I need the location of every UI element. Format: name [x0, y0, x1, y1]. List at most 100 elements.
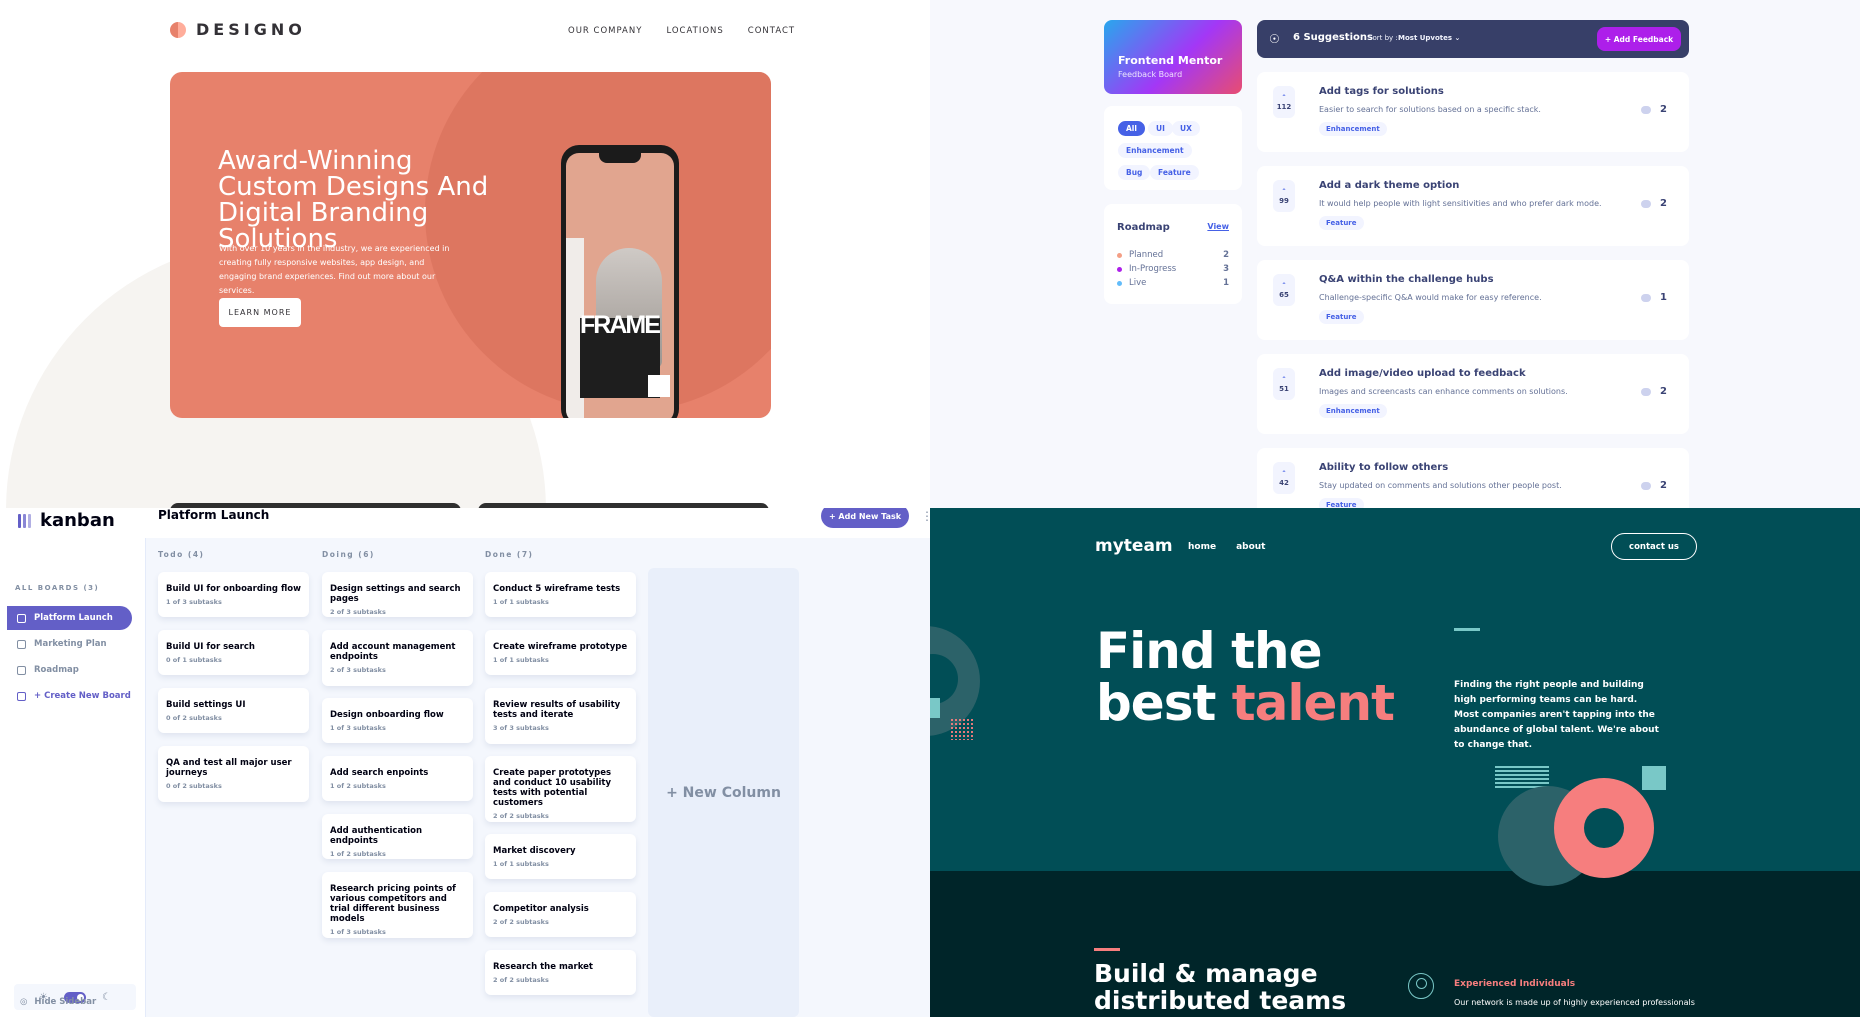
task-card[interactable]: Review results of usability tests and it…: [485, 688, 636, 744]
phone-screen: FRAME: [566, 153, 674, 418]
kanban-panel: kanban Platform Launch + Add New Task ⋮ …: [0, 508, 930, 1017]
task-card[interactable]: Research the market 2 of 2 subtasks: [485, 950, 636, 995]
board-icon: [17, 691, 26, 701]
task-card[interactable]: Build UI for search 0 of 1 subtasks: [158, 630, 309, 675]
upvote-count: 51: [1279, 384, 1289, 393]
sidebar-item-label: Platform Launch: [34, 613, 113, 623]
add-feedback-button[interactable]: + Add Feedback: [1597, 27, 1681, 51]
section-title: Build & manage distributed teams: [1094, 959, 1347, 1015]
task-subtasks: 2 of 2 subtasks: [493, 976, 549, 984]
task-title: Build UI for search: [166, 642, 255, 652]
suggestion-card[interactable]: ˆ 42 Ability to follow others Stay update…: [1257, 448, 1689, 508]
suggestion-card[interactable]: ˆ 99 Add a dark theme option It would hel…: [1257, 166, 1689, 246]
upvote-button[interactable]: ˆ 112: [1273, 86, 1295, 118]
nav-home[interactable]: home: [1188, 542, 1216, 552]
task-card[interactable]: Add account management endpoints 2 of 3 s…: [322, 630, 473, 686]
nav-about[interactable]: about: [1236, 542, 1265, 552]
eye-slash-icon: ◎: [20, 997, 28, 1007]
suggestion-description: Stay updated on comments and solutions o…: [1319, 481, 1562, 490]
headline-text: best: [1096, 674, 1232, 732]
chevron-up-icon: ˆ: [1282, 281, 1286, 291]
roadmap-row-live: Live 1: [1117, 276, 1229, 290]
tag-bug[interactable]: Bug: [1118, 165, 1151, 180]
task-title: Build settings UI: [166, 700, 246, 710]
task-card[interactable]: Create wireframe prototype 1 of 1 subtask…: [485, 630, 636, 675]
tag-filter-card: All UI UX Enhancement Bug Feature: [1104, 106, 1242, 190]
task-card[interactable]: QA and test all major user journeys 0 of …: [158, 746, 309, 802]
task-card[interactable]: Research pricing points of various compe…: [322, 872, 473, 938]
task-card[interactable]: Market discovery 1 of 1 subtasks: [485, 834, 636, 879]
task-title: Create paper prototypes and conduct 10 u…: [493, 768, 612, 808]
board-icon: [17, 639, 26, 649]
more-options-icon[interactable]: ⋮: [921, 510, 930, 522]
task-card[interactable]: Design onboarding flow 1 of 3 subtasks: [322, 698, 473, 743]
task-subtasks: 1 of 3 subtasks: [330, 724, 386, 732]
task-card[interactable]: Build settings UI 0 of 2 subtasks: [158, 688, 309, 733]
nav-our-company[interactable]: OUR COMPANY: [568, 26, 642, 36]
feature-title: Experienced Individuals: [1454, 979, 1576, 989]
task-title: Conduct 5 wireframe tests: [493, 584, 621, 594]
sort-dropdown[interactable]: Most Upvotes ⌄: [1398, 34, 1460, 42]
feedback-panel: Frontend Mentor Feedback Board All UI UX…: [930, 0, 1860, 508]
nav-contact[interactable]: CONTACT: [748, 26, 795, 36]
task-subtasks: 2 of 2 subtasks: [493, 918, 549, 926]
upvote-button[interactable]: ˆ 99: [1273, 180, 1295, 212]
suggestion-card[interactable]: ˆ 65 Q&A within the challenge hubs Challe…: [1257, 260, 1689, 340]
hide-sidebar-button[interactable]: ◎ Hide Sidebar: [20, 997, 96, 1007]
create-board-label: + Create New Board: [34, 691, 131, 701]
comment-icon: [1641, 105, 1652, 114]
suggestions-count: 6 Suggestions: [1293, 32, 1373, 43]
task-card[interactable]: Create paper prototypes and conduct 10 u…: [485, 756, 636, 822]
roadmap-count: 2: [1223, 250, 1229, 260]
suggestion-category: Enhancement: [1319, 122, 1387, 136]
designo-logo[interactable]: DESIGNO: [170, 20, 306, 39]
task-card[interactable]: Add authentication endpoints 1 of 2 subta…: [322, 814, 473, 859]
comment-count: 2: [1641, 104, 1667, 115]
suggestion-card[interactable]: ˆ 112 Add tags for solutions Easier to se…: [1257, 72, 1689, 152]
designo-nav: OUR COMPANY LOCATIONS CONTACT: [568, 26, 795, 36]
sidebar-item-marketing-plan[interactable]: Marketing Plan: [7, 632, 132, 656]
phone-frame-word: FRAME: [580, 311, 661, 339]
contact-us-button[interactable]: contact us: [1611, 533, 1697, 560]
board-title: Platform Launch: [158, 508, 270, 522]
task-card[interactable]: Competitor analysis 2 of 2 subtasks: [485, 892, 636, 937]
nav-locations[interactable]: LOCATIONS: [666, 26, 723, 36]
tag-ux[interactable]: UX: [1172, 121, 1200, 136]
sidebar-item-platform-launch[interactable]: Platform Launch: [7, 606, 132, 630]
comment-number: 2: [1660, 480, 1667, 491]
task-subtasks: 2 of 3 subtasks: [330, 666, 386, 674]
create-new-board-button[interactable]: + Create New Board: [7, 684, 132, 708]
sidebar-item-roadmap[interactable]: Roadmap: [7, 658, 132, 682]
roadmap-title: Roadmap: [1117, 222, 1170, 233]
comment-number: 2: [1660, 386, 1667, 397]
task-card[interactable]: Build UI for onboarding flow 1 of 3 subta…: [158, 572, 309, 617]
task-card[interactable]: Add search enpoints 1 of 2 subtasks: [322, 756, 473, 801]
sidebar-item-label: Marketing Plan: [34, 639, 107, 649]
suggestion-card[interactable]: ˆ 51 Add image/video upload to feedback I…: [1257, 354, 1689, 434]
suggestion-description: Challenge-specific Q&A would make for ea…: [1319, 293, 1542, 302]
upvote-count: 65: [1279, 290, 1289, 299]
task-subtasks: 2 of 2 subtasks: [493, 812, 549, 820]
tag-ui[interactable]: UI: [1148, 121, 1173, 136]
person-icon: [1408, 973, 1434, 999]
roadmap-view-link[interactable]: View: [1207, 222, 1229, 231]
myteam-logo[interactable]: myteam: [1095, 536, 1173, 556]
upvote-button[interactable]: ˆ 65: [1273, 274, 1295, 306]
add-new-task-button[interactable]: + Add New Task: [821, 508, 909, 528]
task-card[interactable]: Design settings and search pages 2 of 3 s…: [322, 572, 473, 617]
new-column-button[interactable]: + New Column: [648, 568, 799, 1017]
suggestion-title: Add image/video upload to feedback: [1319, 368, 1526, 379]
upvote-button[interactable]: ˆ 42: [1273, 462, 1295, 494]
task-subtasks: 3 of 3 subtasks: [493, 724, 549, 732]
hero-text: With over 10 years in the industry, we a…: [219, 244, 450, 295]
task-card[interactable]: Conduct 5 wireframe tests 1 of 1 subtasks: [485, 572, 636, 617]
learn-more-button[interactable]: LEARN MORE: [219, 298, 301, 327]
comment-count: 2: [1641, 198, 1667, 209]
suggestion-category: Enhancement: [1319, 404, 1387, 418]
tag-enhancement[interactable]: Enhancement: [1118, 143, 1192, 158]
comment-icon: [1641, 481, 1652, 490]
tag-feature[interactable]: Feature: [1150, 165, 1199, 180]
tag-all[interactable]: All: [1118, 121, 1145, 136]
upvote-button[interactable]: ˆ 51: [1273, 368, 1295, 400]
hero-lead-text: Finding the right people and building hi…: [1454, 680, 1659, 750]
